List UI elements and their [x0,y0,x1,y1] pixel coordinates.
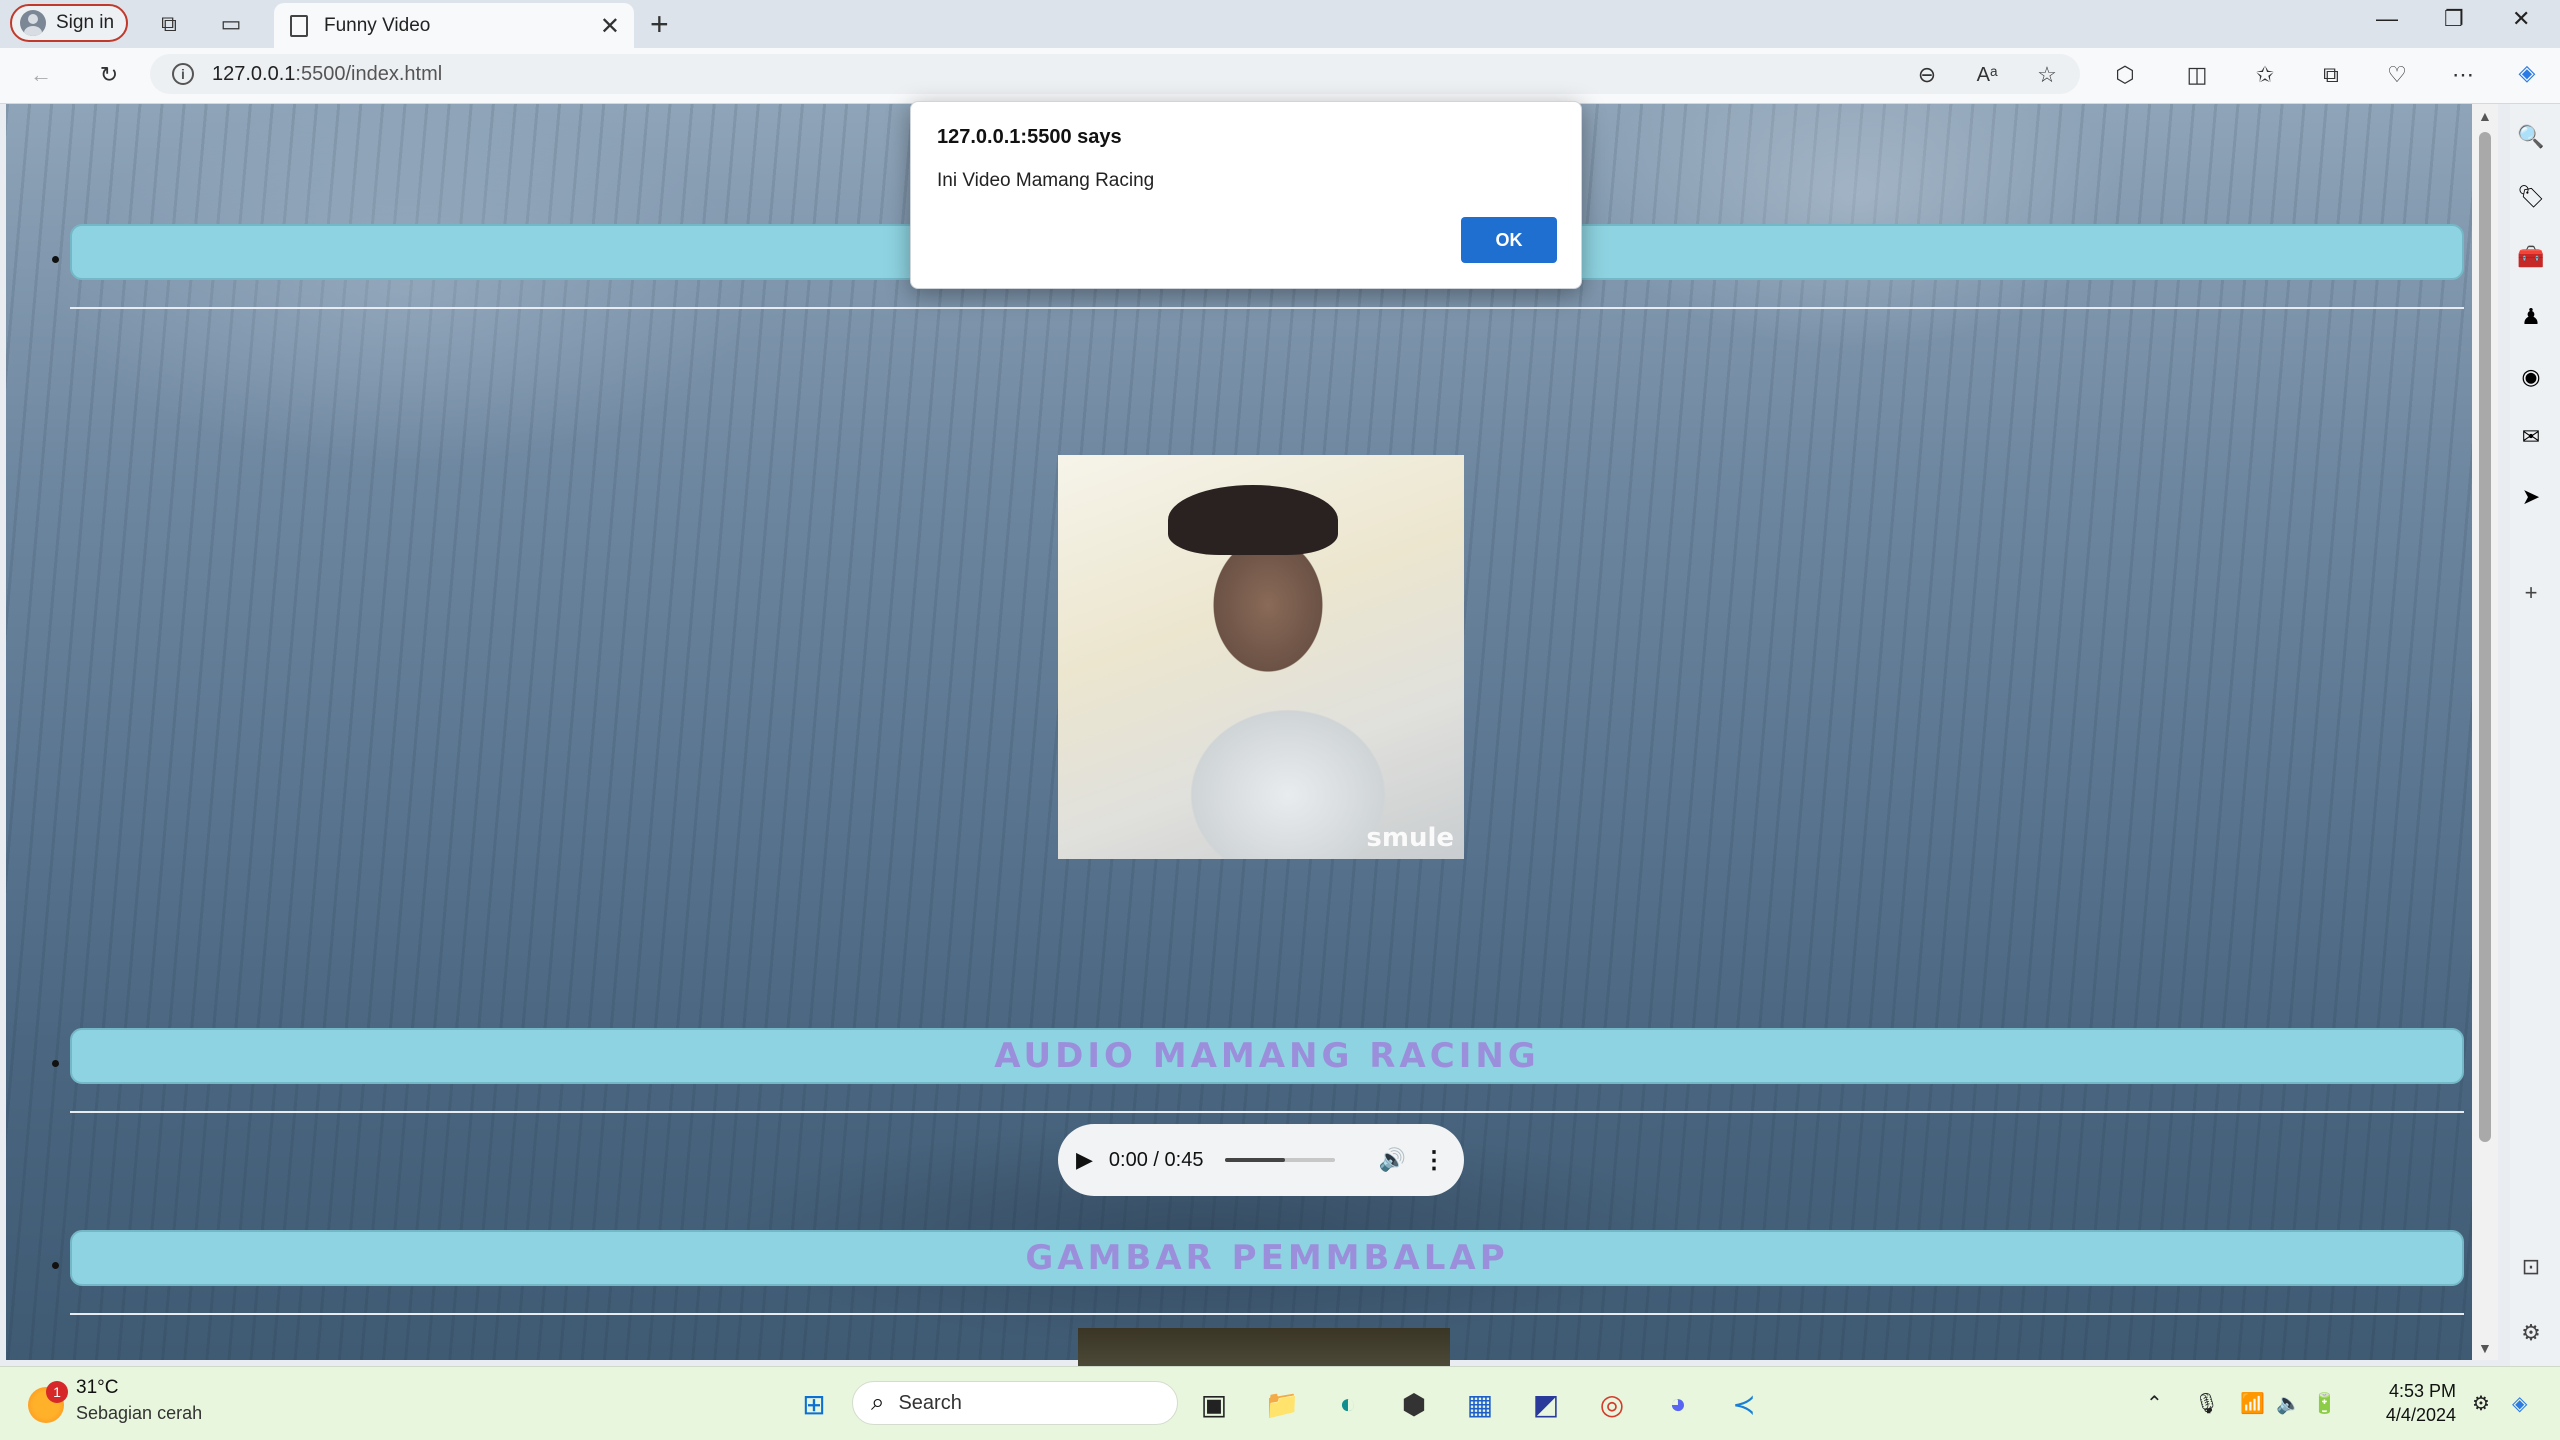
settings-tray-icon[interactable]: ⚙ [2472,1391,2490,1416]
wifi-icon[interactable]: 📶 [2240,1391,2265,1416]
workspaces-icon[interactable]: ⧉ [152,7,186,41]
scroll-down-icon[interactable]: ▼ [2478,1340,2492,1356]
audio-progress-track[interactable] [1224,1158,1335,1162]
horizontal-rule [70,307,2464,309]
sidebar-tag-icon[interactable]: 🏷 [2514,180,2548,214]
tab-funny-video[interactable]: Funny Video ✕ [274,3,634,48]
favorite-star-icon[interactable]: ☆ [2030,58,2064,92]
audio-player[interactable]: ▶ 0:00 / 0:45 🔊 ⋮ [1058,1124,1464,1196]
tab-title: Funny Video [324,14,431,36]
clock-time: 4:53 PM [2388,1381,2456,1401]
chrome-icon[interactable]: ◎ [1592,1384,1632,1424]
sidebar-drop-icon[interactable]: ➤ [2514,480,2548,514]
copilot-taskbar-icon[interactable]: ◈ [2512,1391,2527,1416]
taskbar: 1 31°C Sebagian cerah ⊞ ⌕ Search ▣ 📁 ◐ ⬢… [0,1366,2560,1440]
dialog-title: 127.0.0.1:5500 says [937,126,1122,148]
search-label: Search [898,1391,962,1414]
sidebar-search-icon[interactable]: 🔍 [2514,120,2548,154]
navigation-bar: ← ↻ i 127.0.0.1:5500/index.html ⊖ Aᵃ ☆ ⬡… [0,48,2560,104]
alert-dialog: 127.0.0.1:5500 says Ini Video Mamang Rac… [910,101,1582,289]
scrollbar-thumb[interactable] [2479,132,2491,1142]
racer-image [1078,1328,1450,1368]
horizontal-rule [70,1313,2464,1315]
site-info-icon[interactable]: i [172,63,194,85]
sidebar-tools-icon[interactable]: 🧰 [2514,240,2548,274]
close-tab-icon[interactable]: ✕ [600,12,620,41]
video-player[interactable]: smule [1058,455,1464,859]
dialog-message: Ini Video Mamang Racing [937,170,1155,191]
list-bullet [52,1262,59,1269]
weather-badge: 1 [46,1381,68,1403]
edge-icon[interactable]: ◐ [1328,1384,1368,1424]
list-bullet [52,1060,59,1067]
taskbar-search[interactable]: ⌕ Search [852,1381,1178,1425]
vscode-icon[interactable]: ≺ [1724,1384,1764,1424]
back-icon[interactable]: ← [24,58,58,92]
tab-strip: Sign in ⧉ ▭ Funny Video ✕ + — ❐ ✕ [0,0,2560,48]
sidebar-office-icon[interactable]: ◉ [2514,360,2548,394]
page-icon [290,14,308,37]
audio-time: 0:00 / 0:45 [1108,1148,1204,1171]
video-watermark: smule [1366,823,1454,853]
sidebar-games-icon[interactable]: ♟ [2514,300,2548,334]
sidebar-settings-icon[interactable]: ⚙ [2514,1316,2548,1350]
video-frame-figure [1168,485,1338,555]
clock[interactable]: 4:53 PM 4/4/2024 [2360,1379,2456,1427]
page-scrollbar[interactable]: ▲ ▼ [2472,104,2498,1360]
url-host: 127.0.0.1 [212,62,296,85]
edge-sidebar [2510,104,2560,1366]
play-icon[interactable]: ▶ [1076,1147,1093,1173]
browser-essentials-icon[interactable]: ♡ [2380,58,2414,92]
favorites-icon[interactable]: ✩ [2248,58,2282,92]
more-menu-icon[interactable]: ⋯ [2446,58,2480,92]
weather-temp: 31°C [76,1377,119,1398]
split-screen-icon[interactable]: ◫ [2180,58,2214,92]
tab-actions-icon[interactable]: ▭ [214,7,248,41]
read-aloud-icon[interactable]: Aᵃ [1970,58,2004,92]
minimize-button[interactable]: — [2376,6,2398,32]
weather-desc: Sebagian cerah [76,1403,203,1423]
ok-button[interactable]: OK [1461,217,1557,263]
tray-chevron-icon[interactable]: ⌃ [2146,1391,2163,1416]
sidebar-outlook-icon[interactable]: ✉ [2514,420,2548,454]
weather-widget[interactable]: 1 31°C Sebagian cerah [28,1377,202,1424]
battery-icon[interactable]: 🔋 [2312,1391,2337,1416]
app-m-icon[interactable]: ◩ [1526,1384,1566,1424]
volume-icon[interactable]: 🔊 [1379,1147,1406,1173]
avatar-icon [20,10,46,36]
speaker-icon[interactable]: 🔈 [2276,1391,2301,1416]
signin-label: Sign in [56,12,115,33]
sidebar-screenshot-icon[interactable]: ⊡ [2514,1250,2548,1284]
weather-sun-icon: 1 [28,1381,68,1423]
audio-track-fill [1224,1158,1286,1162]
url-path: :5500/index.html [295,62,443,85]
file-explorer-icon[interactable]: 📁 [1262,1384,1302,1424]
list-bullet [52,256,59,263]
app-cube-icon[interactable]: ⬢ [1394,1384,1434,1424]
extensions-icon[interactable]: ⬡ [2108,58,2142,92]
profile-signin-button[interactable]: Sign in [10,4,128,42]
horizontal-rule [70,1111,2464,1113]
scroll-up-icon[interactable]: ▲ [2478,108,2492,124]
clock-date: 4/4/2024 [2385,1405,2456,1425]
zoom-out-icon[interactable]: ⊖ [1910,58,1944,92]
new-tab-button[interactable]: + [650,6,669,43]
restore-button[interactable]: ❐ [2444,6,2464,32]
audio-more-icon[interactable]: ⋮ [1422,1146,1446,1175]
sidebar-add-icon[interactable]: + [2514,576,2548,610]
discord-icon[interactable]: ◕ [1658,1384,1698,1424]
copilot-icon[interactable]: ◈ [2510,56,2544,90]
audio-heading: AUDIO MAMANG RACING [70,1028,2464,1084]
picture-heading: GAMBAR PEMMBALAP [70,1230,2464,1286]
search-icon: ⌕ [871,1389,885,1416]
close-window-button[interactable]: ✕ [2512,6,2530,32]
address-bar[interactable]: i 127.0.0.1:5500/index.html [150,54,2080,94]
collections-icon[interactable]: ⧉ [2314,58,2348,92]
refresh-icon[interactable]: ↻ [92,58,126,92]
store-icon[interactable]: ▦ [1460,1384,1500,1424]
task-view-icon[interactable]: ▣ [1194,1384,1234,1424]
microphone-icon[interactable]: 🎙 [2194,1391,2219,1416]
start-icon[interactable]: ⊞ [794,1384,834,1424]
